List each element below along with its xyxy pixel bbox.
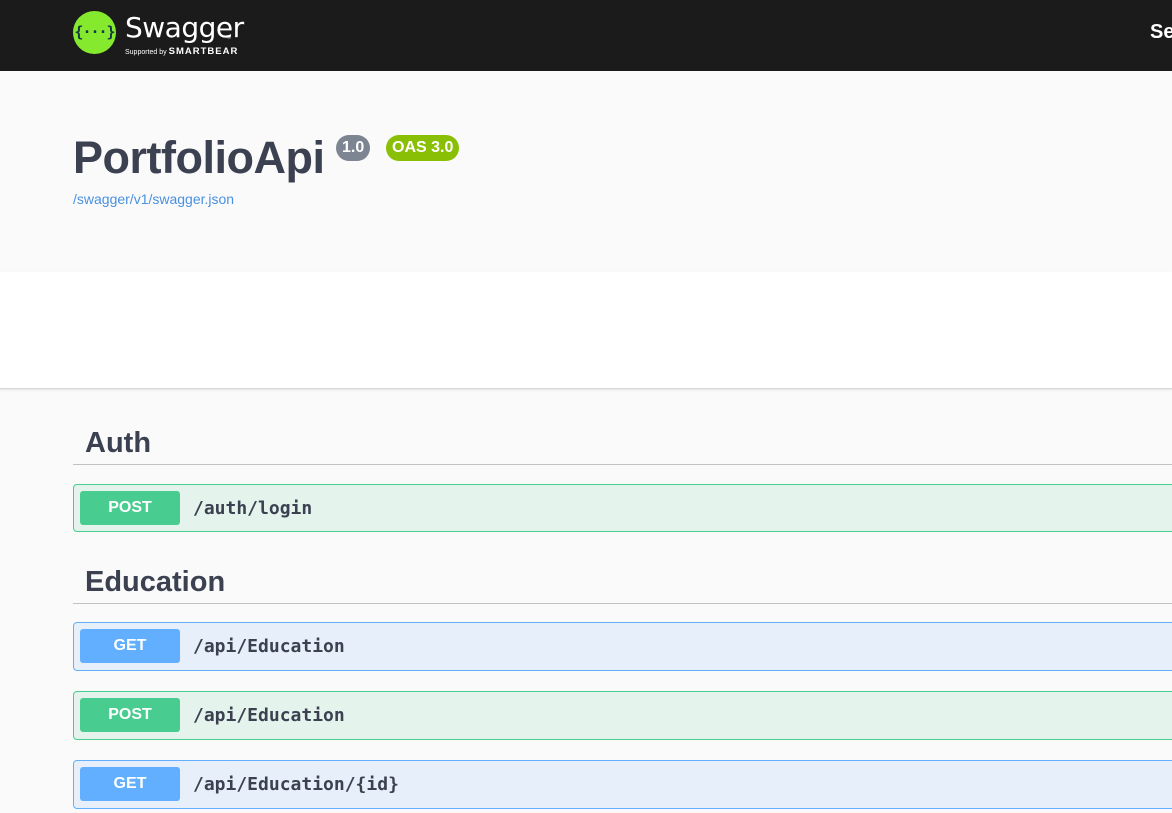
method-badge-post: POST (80, 491, 180, 525)
method-badge-get: GET (80, 629, 180, 663)
version-badge: 1.0 (336, 135, 371, 161)
oas-badge: OAS 3.0 (386, 135, 460, 161)
tag-name: Education (85, 566, 226, 598)
topbar: {···} Swagger ™ Supported by SMARTBEAR S… (0, 0, 1172, 71)
spec-json-link[interactable]: /swagger/v1/swagger.json (73, 191, 234, 207)
method-badge-post: POST (80, 698, 180, 732)
logo-sub-prefix: Supported by (125, 49, 167, 56)
tag-heading-education[interactable]: Education (73, 560, 1172, 604)
scheme-container (0, 272, 1172, 389)
info-section: PortfolioApi 1.0 OAS 3.0 /swagger/v1/swa… (0, 71, 1172, 272)
operation-post-auth-login[interactable]: POST /auth/login (73, 484, 1172, 532)
api-title: PortfolioApi (73, 132, 325, 183)
tag-name: Auth (85, 427, 152, 459)
operation-path: /api/Education/{id} (193, 774, 399, 795)
operation-path: /api/Education (193, 636, 345, 657)
tag-heading-auth[interactable]: Auth (73, 421, 1172, 465)
swagger-logo-icon: {···} (73, 11, 116, 54)
method-badge-get: GET (80, 767, 180, 801)
swagger-logo-link[interactable]: {···} Swagger ™ Supported by SMARTBEAR (73, 10, 273, 60)
definition-selector-label[interactable]: Se (1150, 21, 1172, 44)
logo-sub-brand: SMARTBEAR (168, 46, 239, 57)
logo-glyph: {···} (74, 23, 115, 41)
operation-get-api-education[interactable]: GET /api/Education (73, 622, 1172, 671)
operation-path: /auth/login (193, 498, 313, 519)
logo-subtitle: Supported by SMARTBEAR (125, 46, 238, 57)
operation-path: /api/Education (193, 705, 345, 726)
logo-trademark: ™ (226, 36, 231, 42)
operation-post-api-education[interactable]: POST /api/Education (73, 691, 1172, 740)
operation-get-api-education-id[interactable]: GET /api/Education/{id} (73, 760, 1172, 809)
